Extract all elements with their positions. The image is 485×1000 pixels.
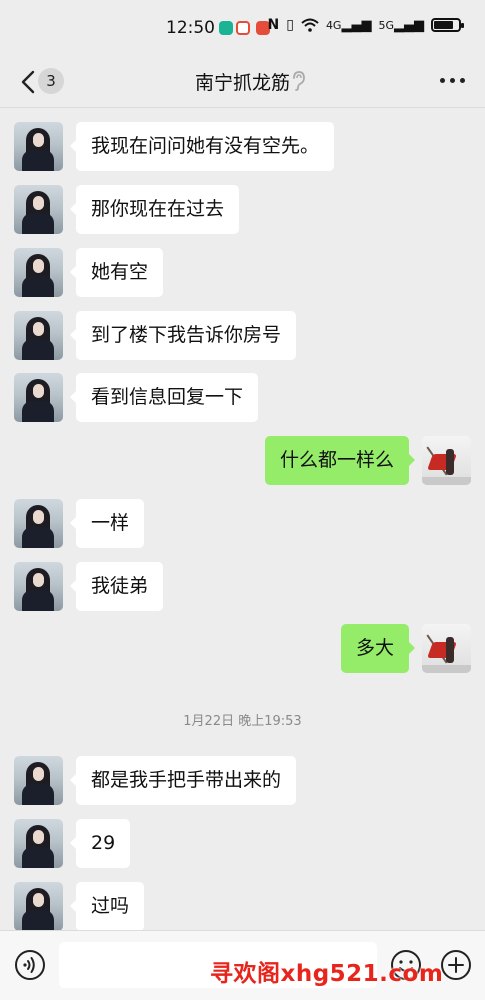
message-row: 我徒弟 — [0, 562, 485, 611]
message-bubble[interactable]: 我徒弟 — [69, 562, 164, 611]
message-list[interactable]: 我现在问问她有没有空先。 那你现在在过去 她有空 到了楼下我告诉你房号 看到信息… — [0, 108, 485, 930]
message-row: 我现在问问她有没有空先。 — [0, 122, 485, 171]
message-bubble[interactable]: 她有空 — [69, 248, 164, 297]
battery-icon — [431, 18, 464, 32]
signal-4g-label: 4G — [325, 18, 342, 32]
message-row: 到了楼下我告诉你房号 — [0, 311, 485, 360]
contact-avatar[interactable] — [14, 499, 63, 548]
message-bubble-self[interactable]: 多大 — [340, 624, 416, 673]
vibrate-icon: ▯ — [286, 17, 294, 33]
message-row: 那你现在在过去 — [0, 185, 485, 234]
more-functions-plus-icon[interactable] — [440, 949, 472, 981]
contact-avatar[interactable] — [14, 882, 63, 930]
chat-title: 南宁抓龙筋 — [194, 72, 290, 94]
signal-5g-icon: 5G▂▄▆ — [378, 17, 424, 33]
message-row: 她有空 — [0, 248, 485, 297]
wifi-icon — [301, 18, 319, 32]
message-bubble[interactable]: 一样 — [69, 499, 145, 548]
status-time: 12:50 — [166, 18, 215, 38]
signal-5g-label: 5G — [378, 18, 394, 32]
app-notification-icon — [219, 21, 233, 35]
contact-avatar[interactable] — [14, 373, 63, 422]
app-notification-icon — [236, 21, 250, 35]
more-options-icon[interactable] — [440, 78, 465, 83]
contact-avatar[interactable] — [14, 756, 63, 805]
voice-input-icon[interactable] — [14, 949, 46, 981]
self-avatar[interactable] — [422, 624, 471, 673]
status-indicators: N ▯ 4G▂▄▆ 5G▂▄▆ — [267, 17, 464, 33]
contact-avatar[interactable] — [14, 122, 63, 171]
message-row: 过吗 — [0, 882, 485, 930]
contact-avatar[interactable] — [14, 311, 63, 360]
status-bar: 12:50 N ▯ 4G▂▄▆ 5G▂▄▆ — [0, 0, 485, 56]
message-bubble[interactable]: 过吗 — [69, 882, 145, 930]
contact-avatar[interactable] — [14, 248, 63, 297]
self-avatar[interactable] — [422, 436, 471, 485]
message-bubble-self[interactable]: 什么都一样么 — [264, 436, 416, 485]
message-bubble[interactable]: 那你现在在过去 — [69, 185, 240, 234]
earpiece-mode-icon — [293, 71, 305, 91]
signal-4g-icon: 4G▂▄▆ — [325, 17, 372, 33]
contact-avatar[interactable] — [14, 819, 63, 868]
nfc-icon: N — [267, 17, 280, 33]
message-row-self: 多大 — [0, 624, 485, 673]
message-row-self: 什么都一样么 — [0, 436, 485, 485]
message-bubble[interactable]: 我现在问问她有没有空先。 — [69, 122, 335, 171]
message-row: 29 — [0, 819, 485, 868]
message-row: 都是我手把手带出来的 — [0, 756, 485, 805]
message-row: 一样 — [0, 499, 485, 548]
message-bubble[interactable]: 到了楼下我告诉你房号 — [69, 311, 297, 360]
message-bubble[interactable]: 看到信息回复一下 — [69, 373, 259, 422]
message-bubble[interactable]: 29 — [69, 819, 131, 868]
contact-avatar[interactable] — [14, 185, 63, 234]
message-row: 看到信息回复一下 — [0, 373, 485, 422]
chat-header: 3 南宁抓龙筋 — [0, 56, 485, 108]
watermark-text: 寻欢阁xhg521.com — [210, 961, 444, 987]
message-bubble[interactable]: 都是我手把手带出来的 — [69, 756, 297, 805]
contact-avatar[interactable] — [14, 562, 63, 611]
message-timestamp: 1月22日 晚上19:53 — [183, 714, 302, 729]
